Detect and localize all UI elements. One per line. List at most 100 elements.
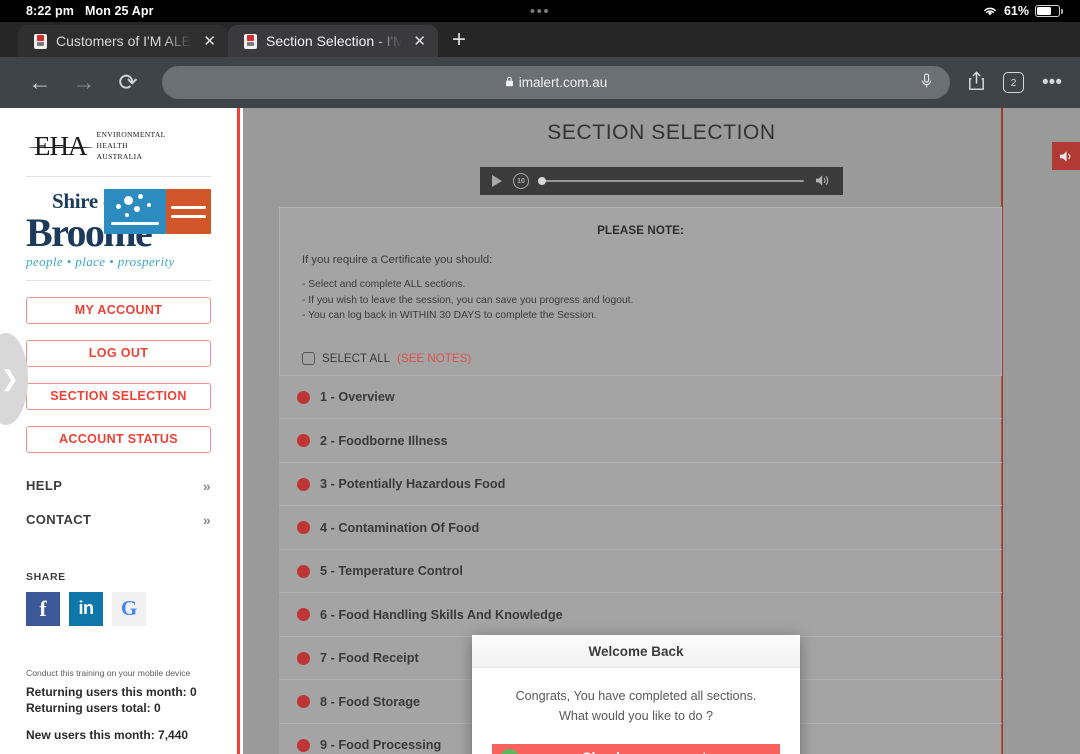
mic-icon[interactable] xyxy=(921,73,932,92)
status-bullet xyxy=(297,390,310,404)
contact-label: CONTACT xyxy=(26,512,92,528)
audio-player: 10 xyxy=(480,167,843,195)
status-bullet xyxy=(297,521,310,535)
see-notes-link[interactable]: (SEE NOTES) xyxy=(397,352,471,365)
browser-tab-strip: Customers of I'M ALERT ✕ Section Selecti… xyxy=(0,22,1080,57)
emblem-blue-panel xyxy=(104,189,166,235)
linkedin-icon[interactable]: in xyxy=(69,591,103,626)
tab-title: Customers of I'M ALERT xyxy=(56,33,192,49)
section-label: 7 - Food Receipt xyxy=(320,651,419,666)
close-icon[interactable]: ✕ xyxy=(201,34,218,49)
status-left: 8:22 pm Mon 25 Apr xyxy=(0,4,154,18)
section-row-2[interactable]: 2 - Foodborne Illness xyxy=(279,419,1002,463)
wifi-icon xyxy=(982,5,998,17)
document-icon xyxy=(244,33,257,49)
sidebar-button-log-out[interactable]: LOG OUT xyxy=(26,339,211,367)
section-row-1[interactable]: 1 - Overview xyxy=(279,376,1002,420)
status-right: 61% xyxy=(982,4,1063,18)
check-my-account-label: Check my account xyxy=(528,750,780,754)
please-note-box: PLEASE NOTE: If you require a Certificat… xyxy=(279,207,1002,342)
sidebar-link-contact[interactable]: CONTACT » xyxy=(26,503,211,537)
tab-count-button[interactable]: 2 xyxy=(1003,72,1025,93)
share-icon[interactable] xyxy=(968,71,985,95)
mobile-device-note: Conduct this training on your mobile dev… xyxy=(26,667,191,678)
screen: 8:22 pm Mon 25 Apr ••• 61% Customers of … xyxy=(0,0,1080,754)
status-bullet xyxy=(297,738,310,752)
status-bullet xyxy=(297,695,310,709)
help-label: HELP xyxy=(26,478,63,494)
please-note-bullets: - Select and complete ALL sections. - If… xyxy=(302,277,979,324)
shire-of-broome-logo: Shire of Broome people • place • prosper… xyxy=(26,187,211,276)
broome-tagline: people • place • prosperity xyxy=(26,253,175,269)
sidebar-link-help[interactable]: HELP » xyxy=(26,469,211,503)
section-row-5[interactable]: 5 - Temperature Control xyxy=(279,550,1002,594)
address-bar[interactable]: imalert.com.au xyxy=(162,66,951,99)
eha-monogram: EHA xyxy=(28,130,92,161)
audio-progress-slider[interactable] xyxy=(538,176,804,185)
new-tab-button[interactable]: + xyxy=(452,28,466,52)
google-icon[interactable]: G xyxy=(112,591,146,626)
eha-line-2: HEALTH xyxy=(96,140,128,150)
battery-icon xyxy=(1035,5,1063,17)
browser-tab-1[interactable]: Customers of I'M ALERT ✕ xyxy=(18,25,228,57)
document-icon xyxy=(34,33,47,49)
forward-button[interactable]: → xyxy=(62,71,106,94)
audio-progress-knob[interactable] xyxy=(538,176,546,185)
section-row-6[interactable]: 6 - Food Handling Skills And Knowledge xyxy=(279,593,1002,637)
status-time: 8:22 pm xyxy=(26,4,74,18)
close-icon[interactable]: ✕ xyxy=(411,34,428,49)
emblem-orange-panel xyxy=(166,189,211,235)
section-label: 8 - Food Storage xyxy=(320,694,421,709)
sidebar-button-account-status[interactable]: ACCOUNT STATUS xyxy=(26,425,211,453)
eha-wordmark: ENVIRONMENTAL HEALTH AUSTRALIA xyxy=(97,130,166,162)
status-center-dots: ••• xyxy=(529,2,551,20)
status-bullet xyxy=(297,434,310,448)
note-bullet-3: - You can log back in WITHIN 30 DAYS to … xyxy=(302,310,597,322)
dialog-body: Congrats, You have completed all section… xyxy=(472,668,800,754)
url-text: imalert.com.au xyxy=(518,75,608,90)
check-my-account-button[interactable]: ✔ Check my account xyxy=(492,744,780,754)
toolbar-right: 2 ••• xyxy=(962,71,1062,95)
reload-button[interactable]: ⟳ xyxy=(106,71,150,94)
facebook-icon[interactable]: f xyxy=(26,591,60,626)
stat-returning-month: Returning users this month: 0 xyxy=(26,684,197,699)
please-note-title: PLEASE NOTE: xyxy=(597,224,684,237)
volume-icon[interactable] xyxy=(815,174,831,189)
ios-status-bar: 8:22 pm Mon 25 Apr ••• 61% xyxy=(0,0,1080,22)
divider xyxy=(26,176,211,178)
tab-title: Section Selection - I'M ALERT xyxy=(266,33,403,49)
section-row-3[interactable]: 3 - Potentially Hazardous Food xyxy=(279,463,1002,507)
stat-returning-total: Returning users total: 0 xyxy=(26,700,161,715)
url-display: imalert.com.au xyxy=(505,75,608,90)
section-label: 9 - Food Processing xyxy=(320,738,442,753)
check-circle-icon: ✔ xyxy=(500,748,519,754)
select-all-checkbox[interactable] xyxy=(302,351,315,365)
replay-10-icon[interactable]: 10 xyxy=(513,173,529,189)
section-row-4[interactable]: 4 - Contamination Of Food xyxy=(279,506,1002,550)
section-label: 5 - Temperature Control xyxy=(320,564,463,579)
browser-tab-2[interactable]: Section Selection - I'M ALERT ✕ xyxy=(228,25,438,57)
share-buttons: f in G xyxy=(26,591,211,626)
browser-toolbar: ← → ⟳ imalert.com.au 2 ••• xyxy=(0,57,1080,108)
page-title: SECTION SELECTION xyxy=(547,121,776,144)
volume-toggle-button[interactable] xyxy=(1052,142,1080,170)
status-bullet xyxy=(297,651,310,665)
section-label: 2 - Foodborne Illness xyxy=(320,433,448,448)
back-button[interactable]: ← xyxy=(18,71,62,94)
dialog-line-2: What would you like to do ? xyxy=(558,708,713,723)
stat-new-month: New users this month: 7,440 xyxy=(26,727,189,742)
note-bullet-1: - Select and complete ALL sections. xyxy=(302,279,466,290)
select-all-row[interactable]: SELECT ALL (SEE NOTES) xyxy=(279,341,1002,376)
play-icon[interactable] xyxy=(492,175,502,187)
sidebar-button-my-account[interactable]: MY ACCOUNT xyxy=(26,296,211,324)
note-bullet-2: - If you wish to leave the session, you … xyxy=(302,294,634,306)
chevron-right-icon: » xyxy=(202,511,211,528)
share-heading: SHARE xyxy=(26,570,66,583)
sidebar-button-section-selection[interactable]: SECTION SELECTION xyxy=(26,382,211,410)
webpage: EHA ENVIRONMENTAL HEALTH AUSTRALIA Shire… xyxy=(0,108,1080,754)
please-note-intro: If you require a Certificate you should: xyxy=(302,254,493,266)
battery-percent: 61% xyxy=(1003,4,1029,18)
lock-icon xyxy=(505,76,514,90)
welcome-back-dialog: Welcome Back Congrats, You have complete… xyxy=(472,635,800,754)
more-menu-icon[interactable]: ••• xyxy=(1042,73,1062,92)
